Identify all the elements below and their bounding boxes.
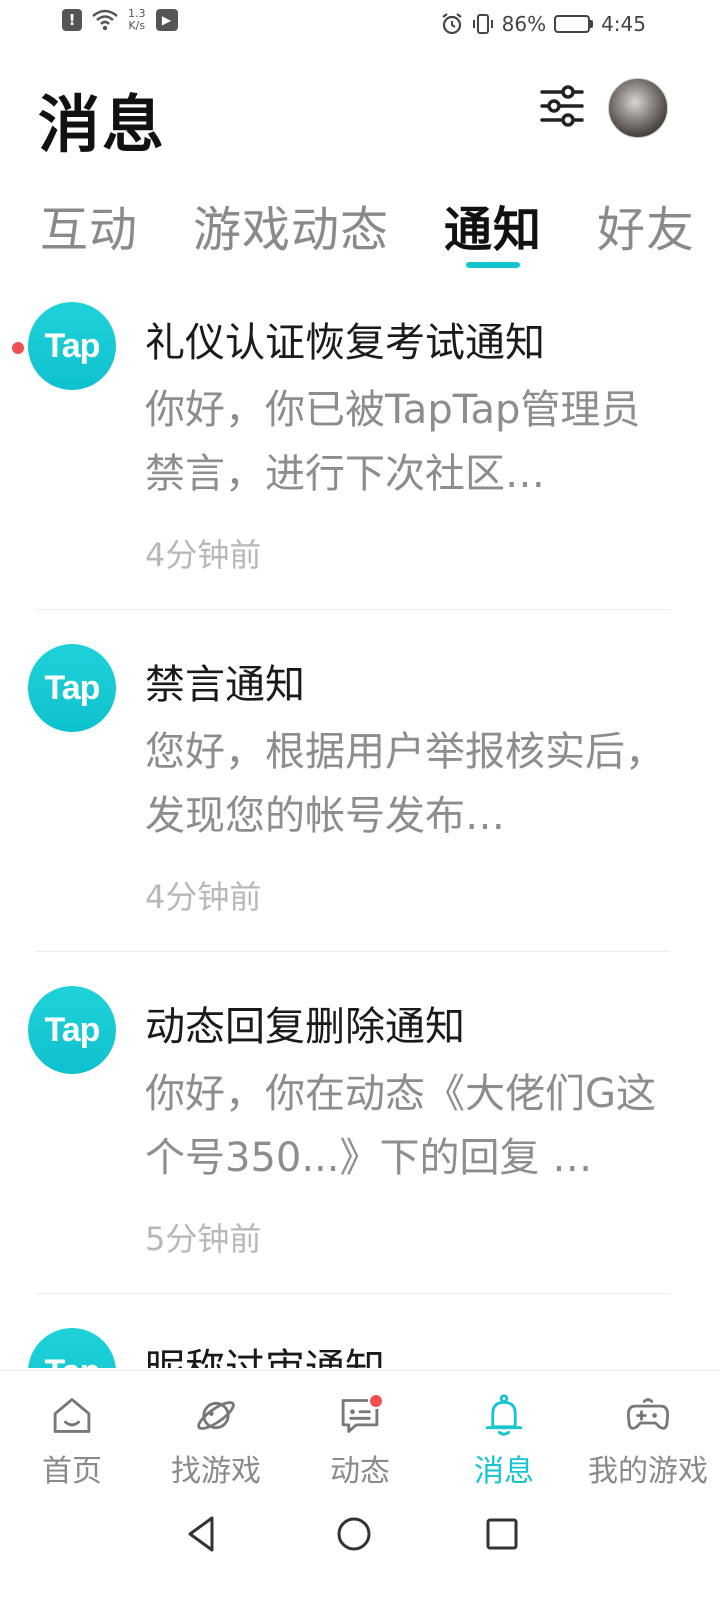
- alert-icon: !: [62, 9, 82, 31]
- sliders-icon: [540, 85, 584, 127]
- tab-label: 通知: [444, 202, 543, 258]
- notification-item[interactable]: Tap 动态回复删除通知 你好，你在动态《大佬们G这个号350...》下的回复 …: [0, 974, 720, 1316]
- tab-label: 互动: [40, 202, 139, 258]
- nav-label: 找游戏: [171, 1454, 261, 1489]
- notification-body: 你好，你已被TapTap管理员禁言，进行下次社区…: [145, 387, 641, 497]
- network-speed: 1.3 K/s: [128, 8, 146, 32]
- battery-icon: [554, 15, 594, 33]
- notification-time: 4分钟前: [145, 878, 262, 916]
- notification-item[interactable]: Tap 禁言通知 您好，根据用户举报核实后，发现您的帐号发布… 4分钟前: [0, 632, 720, 974]
- logo-text: Tap: [45, 1353, 101, 1369]
- logo-text: Tap: [44, 668, 101, 707]
- notification-list[interactable]: Tap 礼仪认证恢复考试通知 你好，你已被TapTap管理员禁言，进行下次社区……: [0, 290, 720, 1368]
- divider: [36, 1293, 670, 1294]
- unread-dot: [12, 342, 24, 354]
- filter-button[interactable]: [538, 82, 586, 130]
- notification-item[interactable]: Tap 礼仪认证恢复考试通知 你好，你已被TapTap管理员禁言，进行下次社区……: [0, 290, 720, 632]
- bottom-nav: 首页 找游戏 动态 消息 我的游戏: [0, 1370, 720, 1490]
- tab-label: 游戏动态: [193, 202, 390, 258]
- bell-icon: [485, 1394, 523, 1436]
- tab-label: 好友: [597, 202, 696, 258]
- recents-icon[interactable]: [480, 1512, 524, 1556]
- nav-label: 首页: [42, 1454, 102, 1489]
- tab-friends[interactable]: 好友: [597, 190, 695, 270]
- notification-time: 5分钟前: [145, 1220, 262, 1258]
- tab-game-updates[interactable]: 游戏动态: [193, 190, 389, 270]
- taptap-logo-icon: Tap: [28, 644, 116, 732]
- tab-interaction[interactable]: 互动: [40, 190, 138, 270]
- notification-title: 昵称过审通知: [145, 1336, 385, 1368]
- nav-label: 消息: [474, 1454, 534, 1489]
- nav-find-games[interactable]: 找游戏: [144, 1371, 288, 1490]
- active-tab-indicator: [466, 262, 521, 268]
- tab-notifications[interactable]: 通知: [444, 190, 542, 270]
- page-title: 消息: [38, 88, 167, 161]
- nav-my-games[interactable]: 我的游戏: [576, 1371, 720, 1490]
- logo-text: Tap: [44, 1010, 101, 1049]
- nav-label: 动态: [330, 1454, 390, 1489]
- notification-title: 禁言通知: [145, 662, 305, 708]
- notification-item[interactable]: Tap 昵称过审通知: [0, 1316, 720, 1368]
- taptap-logo-icon: Tap: [28, 986, 116, 1074]
- gamepad-icon: [626, 1398, 670, 1430]
- notification-body: 您好，根据用户举报核实后，发现您的帐号发布…: [145, 729, 665, 839]
- home-icon: [53, 1398, 91, 1433]
- system-nav-bar: [0, 1490, 720, 1600]
- notification-title: 礼仪认证恢复考试通知: [145, 320, 545, 366]
- alarm-icon: [441, 13, 462, 35]
- clock: 4:45: [601, 12, 646, 36]
- battery-percent: 86%: [501, 12, 547, 36]
- taptap-logo-icon: Tap: [28, 302, 116, 390]
- network-speed-unit: K/s: [128, 19, 146, 32]
- taptap-logo-icon: Tap: [28, 1328, 116, 1368]
- nav-messages[interactable]: 消息: [432, 1371, 576, 1490]
- notification-body: 你好，你在动态《大佬们G这个号350...》下的回复 …: [145, 1071, 656, 1181]
- vibrate-icon: [472, 14, 493, 34]
- notification-title: 动态回复删除通知: [145, 1004, 465, 1050]
- status-bar: ! 1.3 K/s ▶ 86% 4:45: [0, 0, 720, 50]
- divider: [36, 951, 670, 952]
- nav-badge-dot: [368, 1393, 384, 1409]
- message-tabs: 互动 游戏动态 通知 好友: [40, 190, 720, 270]
- status-left: ! 1.3 K/s ▶: [62, 8, 178, 32]
- wifi-icon: [92, 9, 118, 31]
- home-circle-icon[interactable]: [332, 1512, 376, 1556]
- notification-time: 4分钟前: [145, 536, 262, 574]
- nav-home[interactable]: 首页: [0, 1371, 144, 1490]
- nav-feed[interactable]: 动态: [288, 1371, 432, 1490]
- status-right: 86% 4:45: [440, 12, 646, 36]
- planet-icon: [197, 1401, 235, 1430]
- app-notification-icon: ▶: [155, 9, 178, 31]
- nav-label: 我的游戏: [588, 1454, 708, 1489]
- back-icon[interactable]: [180, 1512, 224, 1556]
- logo-text: Tap: [44, 326, 101, 365]
- avatar[interactable]: [608, 78, 668, 138]
- divider: [36, 609, 670, 610]
